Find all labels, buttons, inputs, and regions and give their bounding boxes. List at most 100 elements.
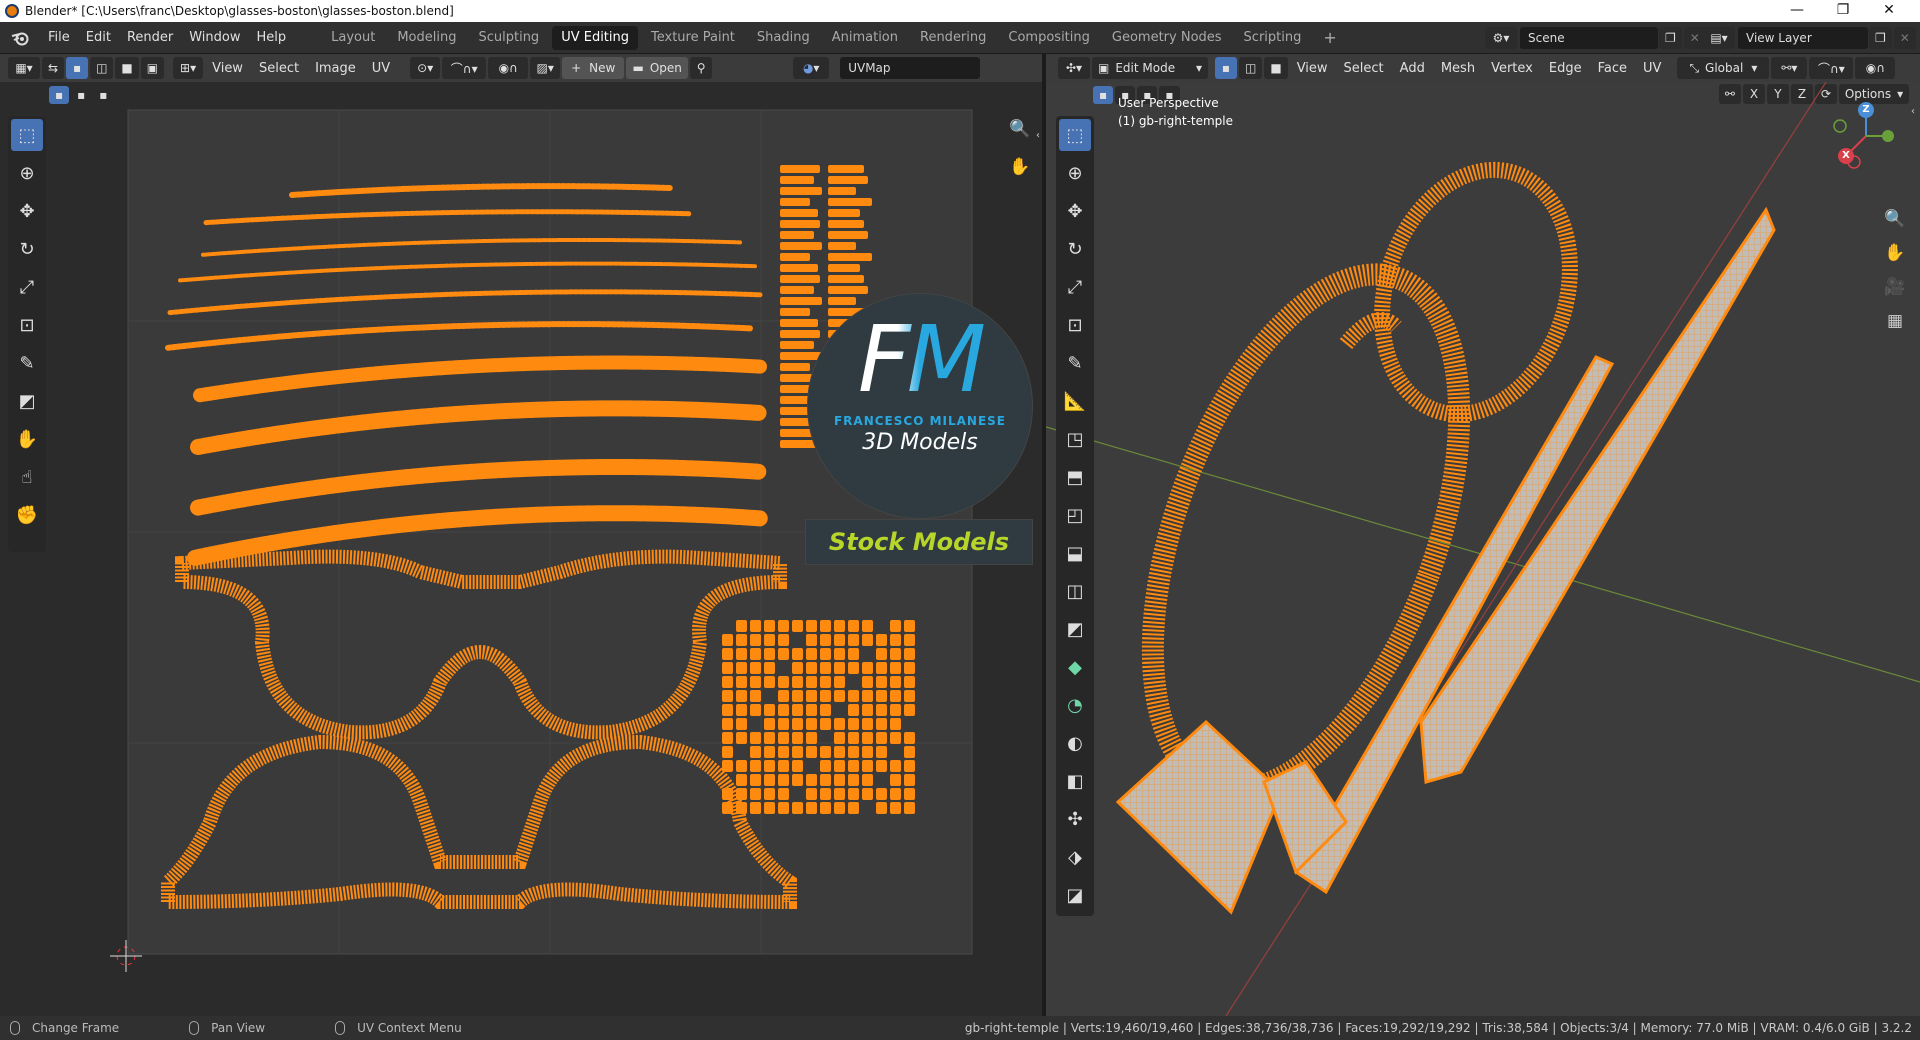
- vp-menu-edge[interactable]: Edge: [1541, 61, 1590, 76]
- blender-menu-icon[interactable]: [10, 30, 32, 46]
- tab-animation[interactable]: Animation: [823, 26, 907, 50]
- editor-type-button[interactable]: ▦▾: [8, 57, 40, 79]
- tab-scripting[interactable]: Scripting: [1235, 26, 1311, 50]
- sticky-select-button[interactable]: ⊞▾: [173, 57, 204, 79]
- annotate-tool-icon[interactable]: ✎: [11, 347, 43, 379]
- pivot-point-icon[interactable]: ⊙▾: [410, 57, 441, 79]
- vp-cursor-icon[interactable]: ⊕: [1059, 157, 1091, 189]
- vp-menu-face[interactable]: Face: [1590, 61, 1635, 76]
- viewport-vertex-select-icon[interactable]: ▪: [1215, 57, 1237, 79]
- vp-menu-view[interactable]: View: [1289, 61, 1336, 76]
- scene-copy-icon[interactable]: ❐: [1659, 27, 1682, 49]
- shear-icon[interactable]: ⬗: [1059, 841, 1091, 873]
- uv-mode-extend-icon[interactable]: ▪: [49, 86, 70, 104]
- select-box-tool-icon[interactable]: ⬚: [11, 119, 43, 151]
- vp-menu-mesh[interactable]: Mesh: [1433, 61, 1483, 76]
- rip-tool-icon[interactable]: ◩: [11, 385, 43, 417]
- vp-measure-icon[interactable]: 📐: [1059, 385, 1091, 417]
- minimize-button[interactable]: —: [1774, 0, 1820, 22]
- knife-icon[interactable]: ◩: [1059, 613, 1091, 645]
- add-workspace-button[interactable]: +: [1314, 26, 1345, 50]
- move-tool-icon[interactable]: ✥: [11, 195, 43, 227]
- scale-tool-icon[interactable]: ⤢: [11, 271, 43, 303]
- perspective-toggle-icon[interactable]: ▦: [1882, 308, 1908, 334]
- image-browse-icon[interactable]: ▨▾: [530, 57, 561, 79]
- grab-tool-icon[interactable]: ✋: [11, 423, 43, 455]
- vp-menu-add[interactable]: Add: [1392, 61, 1433, 76]
- tab-layout[interactable]: Layout: [322, 26, 384, 50]
- pin-icon[interactable]: ⚲: [690, 57, 713, 79]
- vertex-select-icon[interactable]: ▪: [66, 57, 89, 79]
- tab-sculpting[interactable]: Sculpting: [469, 26, 548, 50]
- snap-icon[interactable]: ⌒∩▾: [442, 57, 487, 79]
- viewport-snap-icon[interactable]: ⌒∩▾: [1809, 57, 1854, 79]
- proportional-edit-icon[interactable]: ◉∩: [488, 57, 529, 79]
- menu-edit[interactable]: Edit: [78, 22, 119, 54]
- viewport-canvas[interactable]: [1046, 82, 1920, 1016]
- uvmap-field[interactable]: UVMap: [840, 57, 981, 79]
- tab-compositing[interactable]: Compositing: [999, 26, 1099, 50]
- vp-transform-icon[interactable]: ⊡: [1059, 309, 1091, 341]
- vp-scale-icon[interactable]: ⤢: [1059, 271, 1091, 303]
- uv-menu-uv[interactable]: UV: [364, 61, 398, 76]
- uv-menu-view[interactable]: View: [204, 61, 251, 76]
- viewport-edge-select-icon[interactable]: ◫: [1239, 57, 1263, 79]
- cursor-tool-icon[interactable]: ⊕: [11, 157, 43, 189]
- viewport-face-select-icon[interactable]: ■: [1264, 57, 1288, 79]
- open-image-button[interactable]: ▬ Open: [626, 57, 689, 79]
- edge-select-icon[interactable]: ◫: [90, 57, 114, 79]
- camera-view-icon[interactable]: 🎥: [1882, 274, 1908, 300]
- menu-window[interactable]: Window: [181, 22, 248, 54]
- gizmo-x[interactable]: X: [1838, 148, 1854, 164]
- navigation-gizmo[interactable]: Z X: [1826, 96, 1906, 176]
- tab-geometry-nodes[interactable]: Geometry Nodes: [1103, 26, 1231, 50]
- inset-icon[interactable]: ◰: [1059, 499, 1091, 531]
- vp-select-box-icon[interactable]: ⬚: [1059, 119, 1091, 151]
- view-layer-browse-button[interactable]: ▤▾: [1703, 27, 1735, 49]
- pinch-tool-icon[interactable]: ✊: [11, 499, 43, 531]
- pan-hand-icon[interactable]: ✋: [1007, 154, 1033, 180]
- uv-menu-image[interactable]: Image: [307, 61, 364, 76]
- close-button[interactable]: ✕: [1866, 0, 1912, 22]
- transform-tool-icon[interactable]: ⊡: [11, 309, 43, 341]
- menu-render[interactable]: Render: [119, 22, 181, 54]
- vp-menu-select[interactable]: Select: [1336, 61, 1392, 76]
- view-layer-field[interactable]: View Layer: [1738, 27, 1868, 49]
- gizmo-z[interactable]: Z: [1858, 102, 1874, 118]
- maximize-button[interactable]: ❐: [1820, 0, 1866, 22]
- edge-slide-icon[interactable]: ◧: [1059, 765, 1091, 797]
- viewport-editor-type-button[interactable]: ✣▾: [1058, 57, 1090, 79]
- vp-sidebar-toggle-icon[interactable]: ‹: [1908, 98, 1918, 124]
- view-layer-copy-icon[interactable]: ❐: [1869, 27, 1892, 49]
- tab-uv-editing[interactable]: UV Editing: [552, 25, 639, 50]
- tab-modeling[interactable]: Modeling: [388, 26, 465, 50]
- sidebar-toggle-icon[interactable]: ‹: [1034, 122, 1042, 148]
- extrude-icon[interactable]: ⬒: [1059, 461, 1091, 493]
- menu-help[interactable]: Help: [249, 22, 295, 54]
- rip-region-icon[interactable]: ◪: [1059, 879, 1091, 911]
- tab-shading[interactable]: Shading: [748, 26, 819, 50]
- viewport-proportional-icon[interactable]: ◉∩: [1855, 57, 1896, 79]
- rotate-tool-icon[interactable]: ↻: [11, 233, 43, 265]
- vp-annotate-icon[interactable]: ✎: [1059, 347, 1091, 379]
- relax-tool-icon[interactable]: ☝: [11, 461, 43, 493]
- vp-menu-vertex[interactable]: Vertex: [1483, 61, 1541, 76]
- tab-rendering[interactable]: Rendering: [911, 26, 995, 50]
- menu-file[interactable]: File: [40, 22, 78, 54]
- new-image-button[interactable]: + New: [562, 57, 625, 79]
- view-layer-close-icon[interactable]: ✕: [1893, 27, 1916, 49]
- orientation-selector[interactable]: ⤡ Global ▾: [1677, 57, 1770, 79]
- loop-cut-icon[interactable]: ◫: [1059, 575, 1091, 607]
- add-cube-icon[interactable]: ◳: [1059, 423, 1091, 455]
- vp-menu-uv[interactable]: UV: [1635, 61, 1669, 76]
- uv-overlay-icon[interactable]: ◕ ▾: [793, 57, 830, 79]
- island-select-icon[interactable]: ▣: [140, 57, 165, 79]
- smooth-icon[interactable]: ◐: [1059, 727, 1091, 759]
- uv-mode-invert-icon[interactable]: ▪: [93, 86, 114, 104]
- vp-move-icon[interactable]: ✥: [1059, 195, 1091, 227]
- vp-zoom-icon[interactable]: 🔍: [1882, 206, 1908, 232]
- uv-menu-select[interactable]: Select: [251, 61, 307, 76]
- viewport-pivot-icon[interactable]: ⚯▾: [1771, 57, 1808, 79]
- sync-selection-icon[interactable]: ⇆: [42, 57, 65, 79]
- scene-name-field[interactable]: Scene: [1520, 27, 1658, 49]
